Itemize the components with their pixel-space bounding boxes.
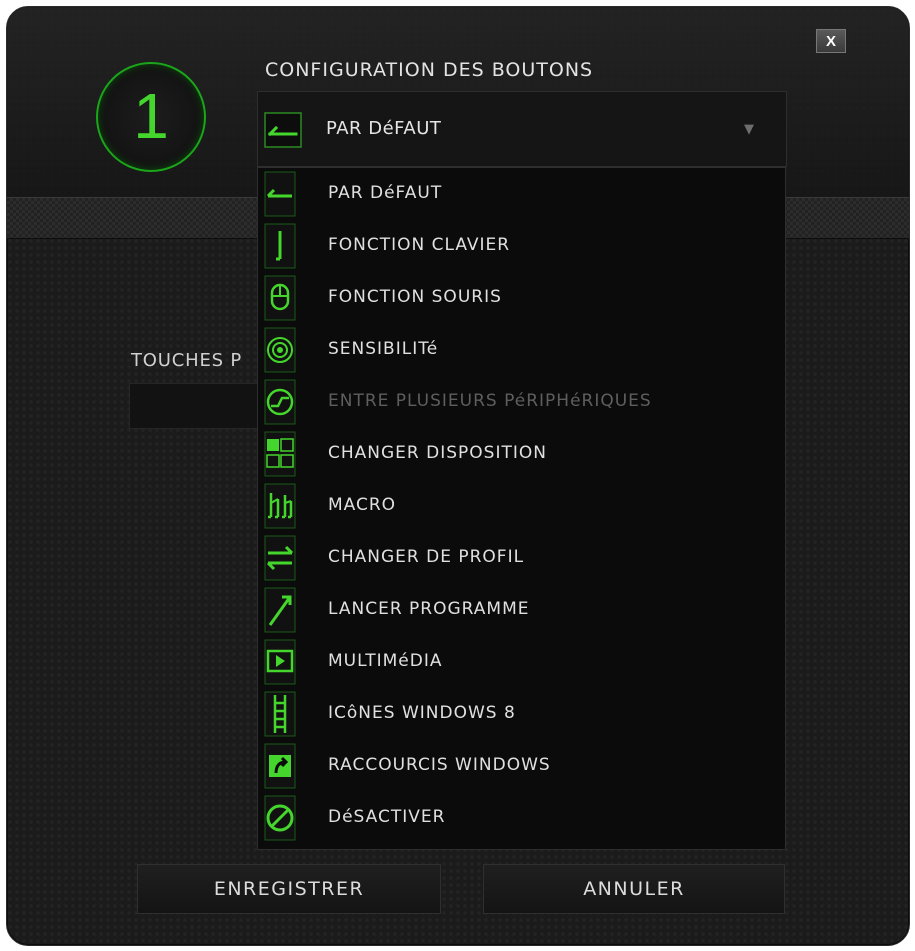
button-config-dialog: X 1 CONFIGURATION DES BOUTONS PAR DéFAUT… bbox=[6, 6, 910, 946]
disable-icon bbox=[264, 795, 296, 841]
multimedia-play-icon bbox=[264, 639, 296, 685]
cancel-button[interactable]: ANNULER bbox=[483, 864, 785, 914]
assignment-select[interactable]: PAR DéFAUT ▼ bbox=[257, 91, 787, 167]
switch-profile-icon bbox=[264, 535, 296, 581]
mouse-icon bbox=[264, 275, 296, 321]
config-title: CONFIGURATION DES BOUTONS bbox=[265, 59, 594, 81]
keyboard-key-icon bbox=[264, 223, 296, 269]
menu-item-label: LANCER PROGRAMME bbox=[328, 599, 530, 619]
menu-item-label: FONCTION CLAVIER bbox=[328, 235, 511, 255]
chevron-down-icon: ▼ bbox=[744, 122, 754, 137]
windows-shortcut-icon bbox=[264, 743, 296, 789]
menu-item-label: SENSIBILITé bbox=[328, 339, 439, 359]
menu-item-keyboard[interactable]: FONCTION CLAVIER bbox=[258, 220, 785, 272]
menu-item-label: ENTRE PLUSIEURS PéRIPHéRIQUES bbox=[328, 391, 652, 411]
save-button[interactable]: ENREGISTRER bbox=[137, 864, 441, 914]
menu-item-inter-device: ENTRE PLUSIEURS PéRIPHéRIQUES bbox=[258, 376, 785, 428]
menu-item-windows8-icons[interactable]: ICôNES WINDOWS 8 bbox=[258, 688, 785, 740]
menu-item-label: MACRO bbox=[328, 495, 397, 515]
close-button[interactable]: X bbox=[816, 29, 846, 53]
menu-item-macro[interactable]: MACRO bbox=[258, 480, 785, 532]
menu-item-label: ICôNES WINDOWS 8 bbox=[328, 703, 516, 723]
menu-item-label: FONCTION SOURIS bbox=[328, 287, 502, 307]
sensitivity-target-icon bbox=[264, 327, 296, 373]
windows8-charms-icon bbox=[264, 691, 296, 737]
selected-value: PAR DéFAUT bbox=[326, 118, 442, 139]
default-arrow-icon bbox=[264, 112, 302, 148]
menu-item-disable[interactable]: DéSACTIVER bbox=[258, 792, 785, 844]
touches-field[interactable] bbox=[129, 383, 269, 429]
menu-item-layout[interactable]: CHANGER DISPOSITION bbox=[258, 428, 785, 480]
default-arrow-icon bbox=[264, 171, 296, 217]
inter-device-icon bbox=[264, 379, 296, 425]
menu-item-sensitivity[interactable]: SENSIBILITé bbox=[258, 324, 785, 376]
menu-item-label: RACCOURCIS WINDOWS bbox=[328, 755, 551, 775]
button-number-badge: 1 bbox=[96, 62, 206, 172]
macro-icon bbox=[264, 483, 296, 529]
touches-label: TOUCHES P bbox=[131, 350, 243, 371]
menu-item-label: MULTIMéDIA bbox=[328, 651, 443, 671]
menu-item-switch-profile[interactable]: CHANGER DE PROFIL bbox=[258, 532, 785, 584]
launch-program-icon bbox=[264, 587, 296, 633]
assignment-dropdown-menu: PAR DéFAUT FONCTION CLAVIER FONCTION SOU… bbox=[257, 167, 786, 850]
menu-item-default[interactable]: PAR DéFAUT bbox=[258, 168, 785, 220]
menu-item-label: CHANGER DE PROFIL bbox=[328, 547, 525, 567]
menu-item-label: CHANGER DISPOSITION bbox=[328, 443, 547, 463]
menu-item-launch-program[interactable]: LANCER PROGRAMME bbox=[258, 584, 785, 636]
menu-item-mouse[interactable]: FONCTION SOURIS bbox=[258, 272, 785, 324]
menu-item-multimedia[interactable]: MULTIMéDIA bbox=[258, 636, 785, 688]
menu-item-label: PAR DéFAUT bbox=[328, 183, 443, 203]
menu-item-windows-shortcuts[interactable]: RACCOURCIS WINDOWS bbox=[258, 740, 785, 792]
layout-grid-icon bbox=[264, 431, 296, 477]
menu-item-label: DéSACTIVER bbox=[328, 807, 446, 827]
button-number: 1 bbox=[133, 80, 169, 152]
